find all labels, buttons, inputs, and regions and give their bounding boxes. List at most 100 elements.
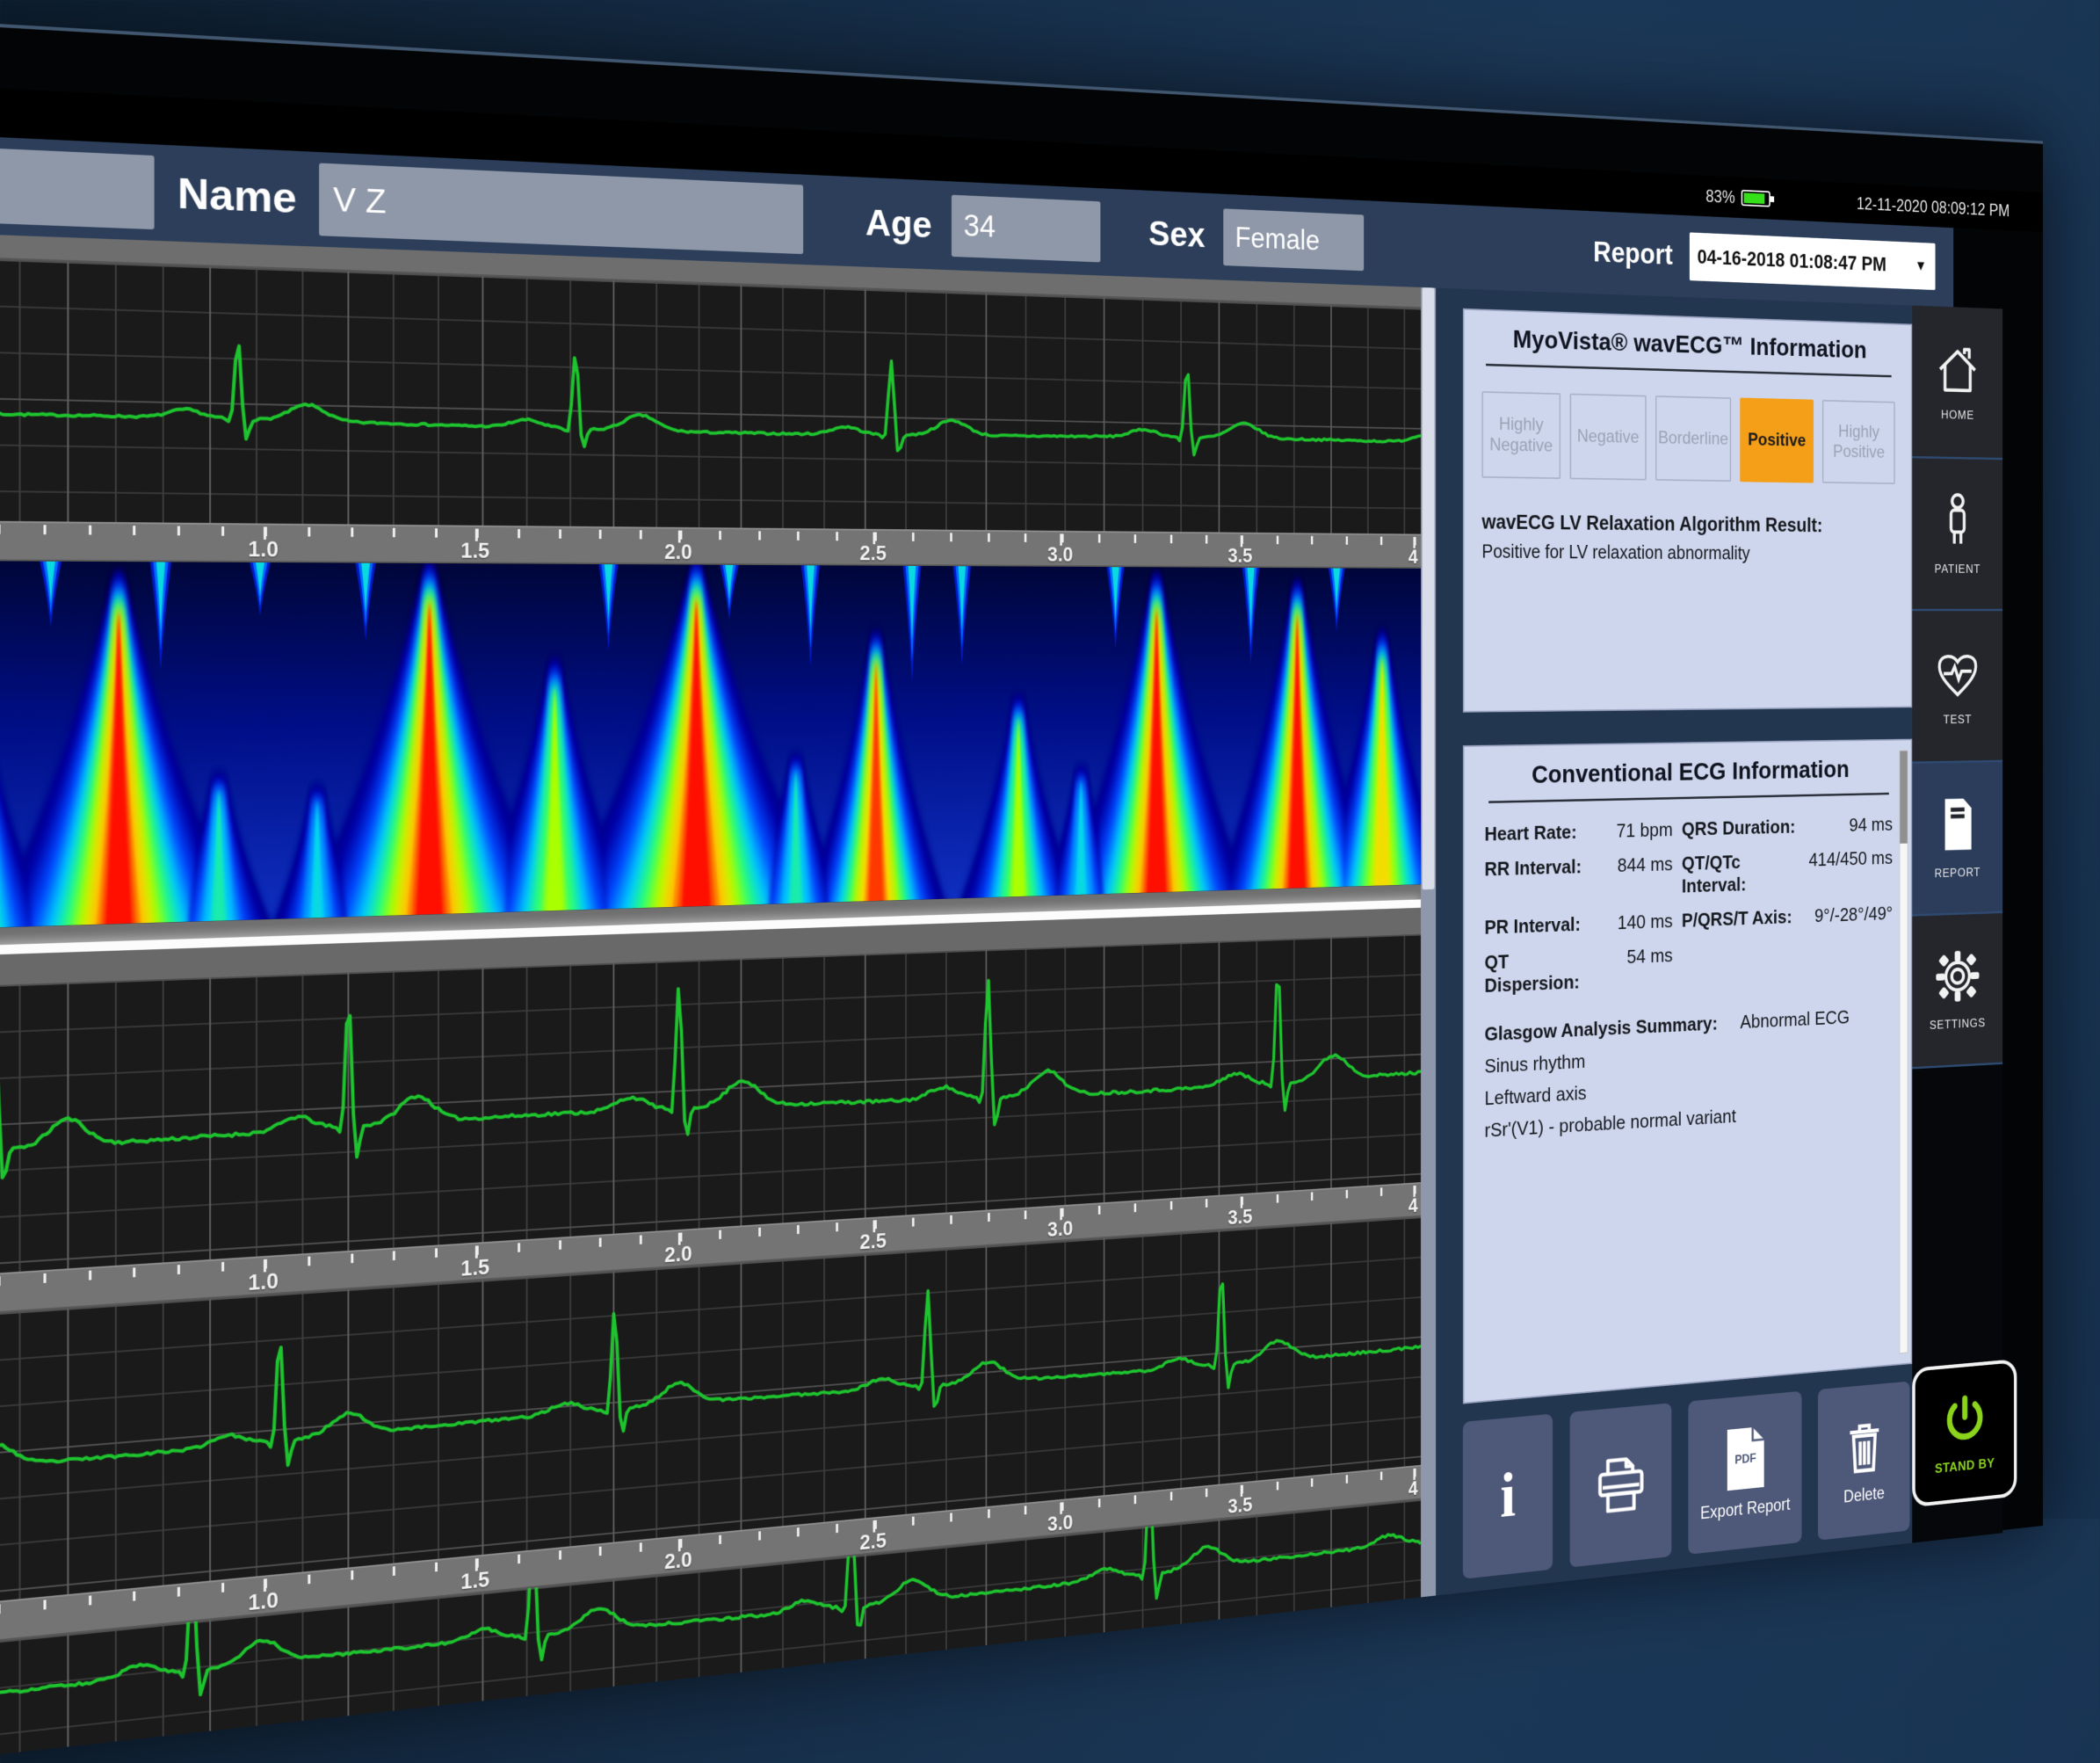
ruler-tick bbox=[351, 1253, 353, 1263]
battery-indicator: 83% bbox=[1705, 186, 1775, 209]
ruler-tick bbox=[1098, 1206, 1101, 1215]
ruler-tick bbox=[351, 1571, 353, 1580]
measurement-label: QT/QTc Interval: bbox=[1682, 849, 1799, 897]
ruler-tick bbox=[836, 1222, 838, 1231]
photo-scene: 83% 12-11-2020 08:09:12 PM Name V Z Age … bbox=[0, 0, 2100, 1519]
ruler-tick bbox=[797, 532, 800, 541]
sex-field[interactable]: Female bbox=[1224, 208, 1365, 271]
delete-label: Delete bbox=[1843, 1483, 1885, 1506]
ruler-tick bbox=[758, 531, 761, 540]
sex-label: Sex bbox=[1148, 214, 1205, 256]
ruler-tick bbox=[393, 528, 395, 538]
ruler-tick bbox=[44, 1600, 47, 1609]
ruler-tick bbox=[435, 528, 438, 537]
ruler-tick bbox=[308, 1574, 310, 1584]
sidebar-item-report[interactable]: REPORT bbox=[1912, 762, 2002, 917]
name-label: Name bbox=[177, 169, 297, 223]
sidebar-item-label: PATIENT bbox=[1935, 562, 1981, 576]
ruler-tick bbox=[836, 1524, 838, 1533]
ruler-tick bbox=[1380, 537, 1382, 545]
sidebar-item-patient[interactable]: PATIENT bbox=[1912, 458, 2002, 611]
ecg-scrollbar[interactable] bbox=[1421, 287, 1436, 1597]
ruler-tick bbox=[559, 1240, 561, 1250]
ruler-tick bbox=[89, 526, 91, 535]
ruler-label: 4 bbox=[1408, 1195, 1418, 1218]
name-field[interactable]: V Z bbox=[319, 163, 803, 255]
panel-scrollbar[interactable] bbox=[1900, 751, 1908, 1354]
ruler-label: 3.5 bbox=[1227, 1206, 1252, 1230]
ruler-tick bbox=[1206, 1488, 1207, 1497]
ruler-tick bbox=[1170, 535, 1172, 544]
ruler-tick bbox=[44, 525, 47, 534]
ruler-tick bbox=[797, 1527, 800, 1536]
ruler-label: 2.0 bbox=[664, 1243, 692, 1268]
ruler-tick bbox=[134, 526, 136, 535]
ruler-tick bbox=[640, 530, 642, 539]
sidebar-item-label: TEST bbox=[1944, 712, 1973, 726]
ruler-tick bbox=[1134, 1495, 1136, 1504]
classification-highly-negative[interactable]: Highly Negative bbox=[1481, 391, 1560, 479]
delete-button[interactable]: Delete bbox=[1818, 1382, 1909, 1541]
ruler-tick bbox=[177, 1587, 180, 1597]
age-field[interactable]: 34 bbox=[952, 195, 1100, 263]
ruler-tick bbox=[221, 526, 224, 536]
classification-negative[interactable]: Negative bbox=[1569, 394, 1647, 481]
ruler-tick bbox=[1098, 534, 1101, 543]
trash-icon bbox=[1840, 1414, 1888, 1479]
conventional-ecg-panel: Conventional ECG Information Heart Rate:… bbox=[1463, 739, 1912, 1404]
ruler-tick bbox=[1134, 534, 1136, 543]
measurement-value: 94 ms bbox=[1808, 813, 1893, 838]
ruler-tick bbox=[1277, 1194, 1278, 1203]
glasgow-label: Glasgow Analysis Summary: bbox=[1485, 1012, 1718, 1046]
ruler-tick bbox=[134, 1267, 136, 1277]
sidebar-item-test[interactable]: TEST bbox=[1912, 611, 2002, 764]
ruler-tick bbox=[221, 1262, 224, 1272]
ruler-tick bbox=[1380, 1471, 1382, 1480]
ruler-tick bbox=[435, 1563, 438, 1572]
panel-scrollbar-thumb[interactable] bbox=[1900, 751, 1907, 843]
info-button[interactable]: i bbox=[1463, 1414, 1553, 1579]
ruler-tick bbox=[518, 1243, 520, 1252]
ruler-label: 1.5 bbox=[460, 540, 489, 564]
ruler-tick bbox=[89, 1271, 91, 1281]
ruler-tick bbox=[1311, 1192, 1313, 1201]
ruler-label: 4 bbox=[1408, 1478, 1418, 1501]
ruler-tick bbox=[1025, 533, 1027, 542]
ruler-tick bbox=[912, 1217, 915, 1226]
ruler-tick bbox=[1025, 1210, 1027, 1219]
ruler-tick bbox=[950, 1215, 952, 1224]
sidebar-item-settings[interactable]: SETTINGS bbox=[1912, 913, 2002, 1069]
export-report-button[interactable]: PDF Export Report bbox=[1689, 1391, 1802, 1555]
standby-button[interactable]: STAND BY bbox=[1912, 1359, 2017, 1507]
patient-icon bbox=[1938, 491, 1977, 552]
wavecg-info-panel: MyoVista® wavECG™ Information Highly Neg… bbox=[1463, 308, 1912, 713]
classification-borderline[interactable]: Borderline bbox=[1655, 395, 1731, 482]
ruler-label: 2.5 bbox=[859, 1230, 886, 1254]
ruler-tick bbox=[1170, 1201, 1172, 1210]
ruler-tick bbox=[640, 1542, 642, 1552]
sidebar-item-home[interactable]: HOME bbox=[1912, 306, 2002, 461]
ruler-tick bbox=[950, 1513, 952, 1521]
ecg-scrollbar-thumb[interactable] bbox=[1423, 287, 1435, 889]
ruler-tick bbox=[0, 1604, 1, 1614]
print-button[interactable] bbox=[1570, 1403, 1672, 1567]
wavelet-heatmap bbox=[0, 561, 1421, 930]
ruler-label: 2.5 bbox=[859, 1529, 886, 1555]
measurement-value: 9°/-28°/49° bbox=[1808, 902, 1893, 927]
device-screen: 83% 12-11-2020 08:09:12 PM Name V Z Age … bbox=[0, 19, 2043, 1759]
classification-highly-positive[interactable]: Highly Positive bbox=[1822, 400, 1895, 484]
ruler-label: 3.5 bbox=[1227, 545, 1252, 567]
measurement-value: 414/450 ms bbox=[1808, 846, 1893, 871]
ruler-tick bbox=[1346, 1475, 1348, 1484]
measurement-value bbox=[1808, 953, 1893, 956]
standby-label: STAND BY bbox=[1935, 1455, 1995, 1477]
report-label: Report bbox=[1593, 236, 1673, 272]
ruler-tick bbox=[351, 527, 353, 537]
ruler-tick bbox=[1380, 1187, 1382, 1196]
settings-icon bbox=[1934, 947, 1981, 1008]
ruler-tick bbox=[177, 1265, 180, 1274]
report-select[interactable]: 04-16-2018 01:08:47 PM ▼ bbox=[1690, 232, 1936, 290]
classification-positive[interactable]: Positive bbox=[1740, 398, 1814, 483]
ruler-tick bbox=[308, 1257, 310, 1266]
patient-id-field[interactable] bbox=[0, 145, 155, 229]
